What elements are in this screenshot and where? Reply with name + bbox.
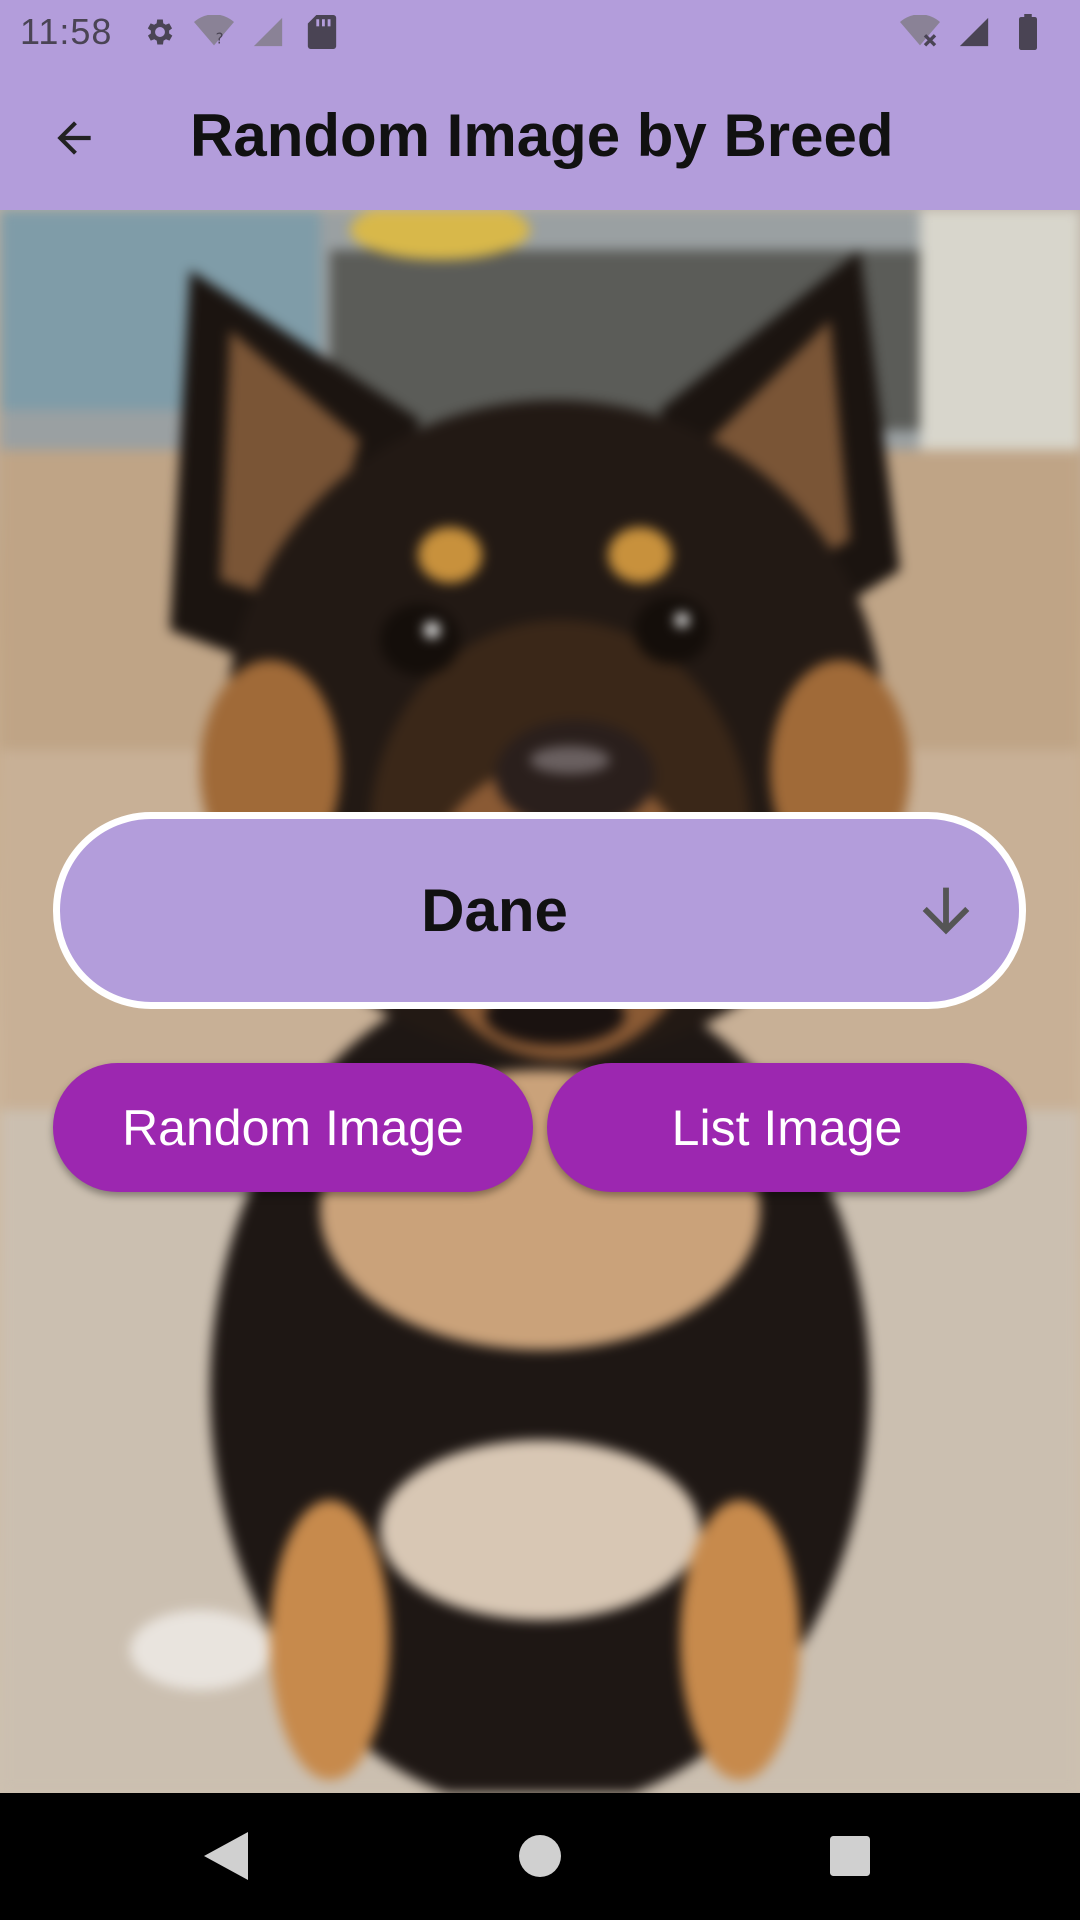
nav-home-icon [519,1835,561,1877]
wifi-off-icon [898,12,942,52]
nav-home-button[interactable] [510,1826,570,1886]
system-nav-bar [0,1793,1080,1920]
battery-icon [1006,12,1050,52]
status-right-group [898,12,1060,52]
screen: 11:58 ? Random Image by Breed Dane Rando… [0,0,1080,1920]
page-title: Random Image by Breed [190,102,894,169]
svg-text:?: ? [216,29,224,47]
nav-recents-button[interactable] [820,1826,880,1886]
list-image-button[interactable]: List Image [547,1063,1027,1192]
back-button[interactable] [34,103,114,173]
breed-selected-value: Dane [421,877,568,944]
content-area: Dane Random Image List Image [0,210,1080,1793]
nav-back-icon [204,1832,248,1880]
nav-back-button[interactable] [196,1826,256,1886]
signal-off-icon [246,12,290,52]
arrow-back-icon [57,121,91,155]
status-time: 11:58 [20,10,113,52]
arrow-down-icon [922,887,970,934]
sd-card-icon [300,12,344,52]
app-bar: Random Image by Breed [0,63,1080,210]
nav-recents-icon [830,1836,870,1876]
random-image-button[interactable]: Random Image [53,1063,533,1192]
breed-dropdown[interactable]: Dane [53,812,1026,1009]
wifi-unknown-icon: ? [192,12,236,52]
settings-icon [138,12,182,52]
status-bar: 11:58 ? [0,0,1080,63]
cell-signal-icon [952,12,996,52]
